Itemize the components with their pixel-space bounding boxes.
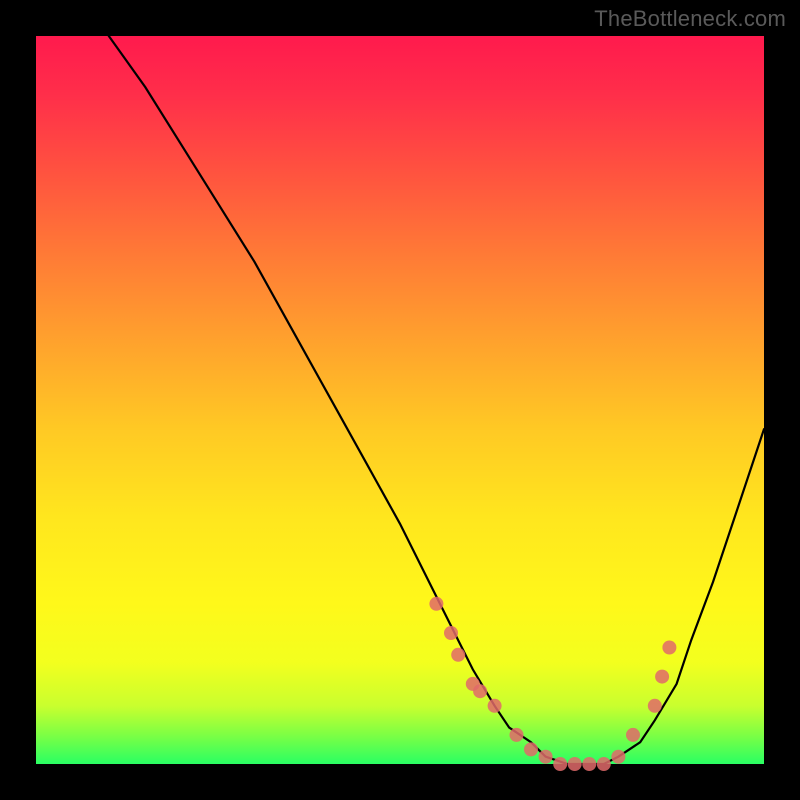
- highlight-point: [662, 641, 676, 655]
- highlight-point: [655, 670, 669, 684]
- highlight-point: [553, 757, 567, 771]
- highlight-point: [568, 757, 582, 771]
- bottleneck-curve: [109, 36, 764, 764]
- highlight-points-group: [429, 597, 676, 771]
- highlight-point: [648, 699, 662, 713]
- highlight-point: [582, 757, 596, 771]
- highlight-point: [510, 728, 524, 742]
- highlight-point: [611, 750, 625, 764]
- highlight-point: [429, 597, 443, 611]
- highlight-point: [451, 648, 465, 662]
- highlight-point: [597, 757, 611, 771]
- highlight-point: [539, 750, 553, 764]
- highlight-point: [444, 626, 458, 640]
- highlight-point: [488, 699, 502, 713]
- watermark-text: TheBottleneck.com: [594, 6, 786, 32]
- highlight-point: [473, 684, 487, 698]
- chart-svg-overlay: [36, 36, 764, 764]
- highlight-point: [626, 728, 640, 742]
- highlight-point: [524, 742, 538, 756]
